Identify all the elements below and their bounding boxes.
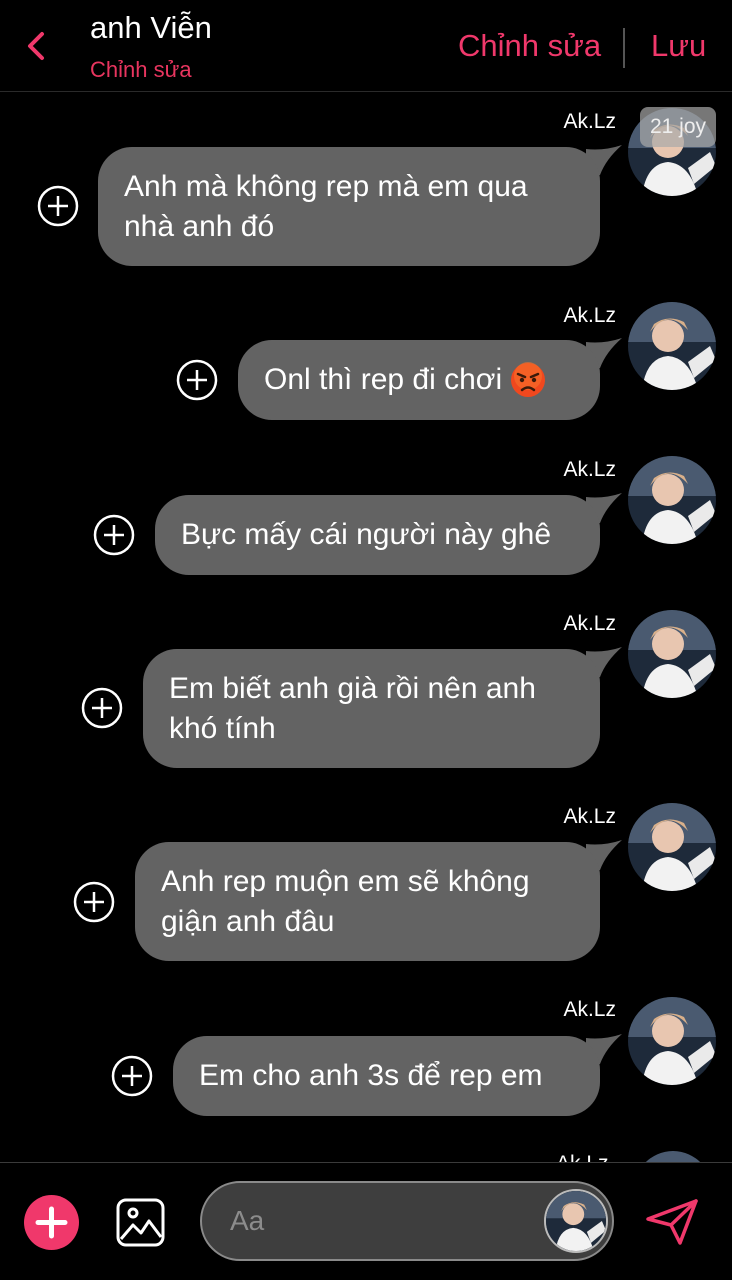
message-text: Bực mấy cái người này ghê	[181, 518, 552, 551]
avatar-image	[628, 997, 716, 1085]
avatar-image	[628, 803, 716, 891]
message-text-line: khó tính	[169, 711, 276, 745]
plus-icon	[35, 1206, 68, 1239]
avatar[interactable]	[628, 997, 716, 1085]
message-sender: Ak.Lz	[563, 304, 616, 327]
message-sender: Ak.Lz	[563, 612, 616, 635]
add-button[interactable]	[24, 1195, 79, 1250]
message-text: Em cho anh 3s để rep em	[199, 1059, 543, 1092]
sender-avatar[interactable]	[544, 1189, 608, 1253]
plus-circle-icon	[176, 359, 218, 401]
header-divider	[623, 28, 625, 68]
message-bubble[interactable]: Em cho anh 3s để rep em	[173, 1036, 600, 1116]
message-sender: Ak.Lz	[563, 998, 616, 1021]
message-sender: Ak.Lz	[563, 110, 616, 133]
plus-circle-icon	[73, 881, 115, 923]
avatar-image	[628, 456, 716, 544]
avatar[interactable]	[628, 803, 716, 891]
avatar[interactable]	[632, 1150, 714, 1162]
add-reaction-button[interactable]	[176, 359, 218, 401]
chat-header: anh Viễn Chỉnh sửa Chỉnh sửa Lưu	[0, 0, 732, 92]
plus-circle-icon	[111, 1055, 153, 1097]
avatar-image	[628, 302, 716, 390]
message-bubble[interactable]: Anh mà không rep mà em qua nhà anh đó	[98, 147, 600, 266]
plus-circle-icon	[37, 185, 79, 227]
message-text: Onl thì rep đi chơi	[264, 363, 503, 396]
add-reaction-button[interactable]	[81, 687, 123, 729]
message-bubble[interactable]: Em biết anh già rồi nên anh khó tính	[143, 649, 600, 768]
composer-bar	[0, 1162, 732, 1280]
save-button[interactable]: Lưu	[651, 28, 706, 64]
avatar-image	[628, 610, 716, 698]
angry-face-icon	[510, 362, 546, 398]
message-sender: Ak.Lz	[563, 805, 616, 828]
watermark-badge: 21 joy	[640, 107, 716, 147]
message-sender: Ak.Lz	[556, 1152, 616, 1162]
avatar-image	[645, 1151, 701, 1162]
message-text-line: Anh rep muộn em sẽ không	[161, 864, 530, 898]
back-button[interactable]	[20, 26, 52, 66]
image-button[interactable]	[115, 1197, 166, 1248]
avatar[interactable]	[628, 456, 716, 544]
chat-title: anh Viễn	[90, 10, 212, 45]
send-button[interactable]	[644, 1197, 700, 1247]
message-text-line: nhà anh đó	[124, 209, 275, 243]
message-text-line: Anh mà không rep mà em qua	[124, 169, 528, 203]
message-bubble[interactable]: Anh rep muộn em sẽ không giận anh đâu	[135, 842, 600, 961]
message-text-line: giận anh đâu	[161, 904, 335, 938]
message-bubble[interactable]: Bực mấy cái người này ghê	[155, 495, 600, 575]
plus-circle-icon	[93, 514, 135, 556]
message-input-container	[200, 1181, 614, 1261]
message-bubble[interactable]: Onl thì rep đi chơi	[238, 340, 600, 420]
chat-subtitle: Chỉnh sửa	[90, 57, 192, 82]
edit-button[interactable]: Chỉnh sửa	[458, 28, 601, 64]
message-sender: Ak.Lz	[563, 458, 616, 481]
avatar[interactable]	[628, 302, 716, 390]
plus-circle-icon	[81, 687, 123, 729]
add-reaction-button[interactable]	[73, 881, 115, 923]
add-reaction-button[interactable]	[37, 185, 79, 227]
add-reaction-button[interactable]	[111, 1055, 153, 1097]
add-reaction-button[interactable]	[93, 514, 135, 556]
image-icon	[116, 1198, 165, 1247]
chevron-left-icon	[28, 32, 44, 60]
message-text-line: Em biết anh già rồi nên anh	[169, 671, 536, 705]
message-input[interactable]	[230, 1201, 530, 1241]
avatar-image	[546, 1191, 606, 1251]
send-icon	[646, 1199, 698, 1245]
avatar[interactable]	[628, 610, 716, 698]
